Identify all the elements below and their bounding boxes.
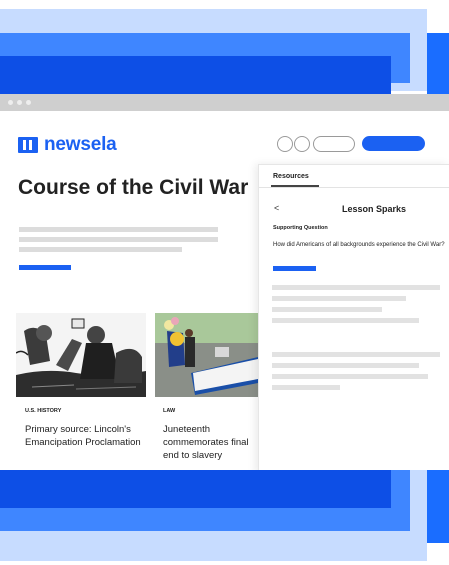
placeholder-text-line [272,385,340,390]
decorative-band-bottom-dark [0,468,391,508]
article-image-photo [155,313,258,397]
brand-name: newsela [44,134,117,155]
article-card[interactable]: U.S. HISTORY Primary source: Lincoln's E… [16,313,146,470]
supporting-question-text: How did Americans of all backgrounds exp… [273,242,445,248]
chevron-left-icon[interactable]: < [274,203,279,213]
placeholder-text-line [272,307,382,312]
article-tag: U.S. HISTORY [25,408,62,414]
article-image-illustration [16,313,146,397]
panel-heading: Lesson Sparks [341,204,407,214]
resources-panel: Resources < Lesson Sparks Supporting Que… [258,164,449,470]
placeholder-text-line [19,237,218,242]
placeholder-text-line [272,296,406,301]
window-dot-icon[interactable] [17,100,22,105]
header-outline-button[interactable] [313,136,355,152]
active-tab-indicator [271,185,319,187]
window-titlebar [0,94,449,111]
supporting-question-label: Supporting Question [273,225,328,231]
placeholder-text-line [19,247,182,252]
placeholder-text-line [272,374,428,379]
panel-divider [259,187,449,188]
decorative-band-top-dark [0,56,391,94]
read-link-bar[interactable] [19,265,71,270]
article-title[interactable]: Primary source: Lincoln's Emancipation P… [25,423,141,449]
newsela-logo-icon [18,137,38,153]
tab-resources[interactable]: Resources [273,173,309,180]
window-dot-icon[interactable] [8,100,13,105]
header-circle-button[interactable] [294,136,310,152]
supporting-question-link-bar[interactable] [273,266,316,271]
placeholder-text-line [272,285,440,290]
header-circle-button[interactable] [277,136,293,152]
browser-window: newsela Course of the Civil War U.S. HIS… [0,94,449,470]
placeholder-text-line [272,318,419,323]
window-dot-icon[interactable] [26,100,31,105]
placeholder-text-line [19,227,218,232]
page-title: Course of the Civil War [18,176,249,199]
article-card[interactable]: LAW Juneteenth commemorates final end to… [155,313,258,470]
placeholder-text-line [272,352,440,357]
placeholder-text-line [272,363,419,368]
newsela-logo[interactable]: newsela [18,134,117,156]
article-title[interactable]: Juneteenth commemorates final end to sla… [163,423,255,462]
article-tag: LAW [163,408,176,414]
header-primary-button[interactable] [362,136,425,151]
